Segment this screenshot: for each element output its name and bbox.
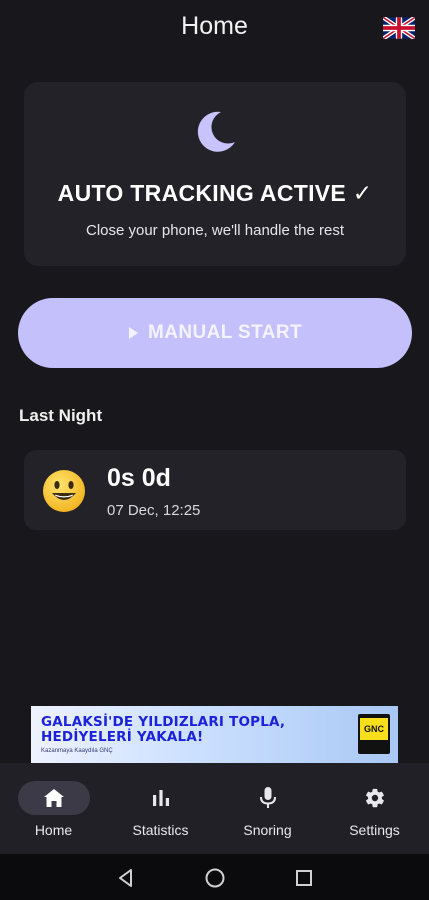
microphone-icon — [259, 787, 276, 808]
gear-icon — [365, 788, 384, 808]
ad-headline-line1: GALAKSİ'DE YILDIZLARI TOPLA, — [41, 714, 286, 730]
home-icon — [43, 789, 64, 807]
nav-item-snoring[interactable]: Snoring — [214, 763, 321, 854]
play-icon — [129, 327, 138, 339]
moon-icon — [191, 108, 239, 156]
recents-square-icon[interactable] — [293, 867, 315, 889]
manual-start-button[interactable]: MANUAL START — [18, 298, 412, 368]
nav-item-statistics[interactable]: Statistics — [107, 763, 214, 854]
app-header: Home — [0, 0, 429, 54]
nav-item-settings[interactable]: Settings — [321, 763, 428, 854]
ad-logo: GNC — [358, 714, 390, 754]
auto-tracking-card: AUTO TRACKING ACTIVE ✓ Close your phone,… — [24, 82, 406, 266]
nav-label-statistics: Statistics — [132, 822, 189, 838]
nav-item-home[interactable]: Home — [0, 763, 107, 854]
last-night-card[interactable]: 0s 0d 07 Dec, 12:25 — [24, 450, 406, 530]
ad-headline-line2: HEDİYELERİ YAKALA! — [41, 729, 204, 745]
nav-home-pill — [17, 781, 90, 815]
ad-logo-text: GNC — [360, 718, 388, 740]
auto-tracking-subtitle: Close your phone, we'll handle the rest — [85, 222, 345, 239]
nav-label-home: Home — [34, 822, 73, 838]
smiley-face-icon — [42, 469, 86, 513]
home-circle-icon[interactable] — [204, 867, 226, 889]
sleep-duration: 0s 0d — [107, 464, 171, 492]
page-title: Home — [181, 12, 248, 40]
system-navigation-bar — [0, 854, 429, 900]
back-triangle-icon[interactable] — [115, 867, 137, 889]
nav-label-snoring: Snoring — [243, 822, 292, 838]
bar-chart-icon — [152, 790, 169, 806]
auto-tracking-title: AUTO TRACKING ACTIVE ✓ — [57, 180, 373, 206]
uk-flag-icon[interactable] — [383, 17, 415, 39]
home-screen: Home AUTO TRACKING ACTIVE ✓ Close your p… — [0, 0, 429, 900]
nav-label-settings: Settings — [349, 822, 400, 838]
last-night-heading: Last Night — [19, 406, 103, 425]
ad-small-text: Kazanmaya Kaaydıla GNÇ — [41, 748, 113, 754]
bottom-navigation: Home Statistics Snoring Settings — [0, 763, 429, 854]
ad-banner[interactable]: GALAKSİ'DE YILDIZLARI TOPLA, HEDİYELERİ … — [31, 706, 398, 763]
manual-start-label: MANUAL START — [148, 322, 302, 343]
sleep-date: 07 Dec, 12:25 — [107, 502, 201, 519]
